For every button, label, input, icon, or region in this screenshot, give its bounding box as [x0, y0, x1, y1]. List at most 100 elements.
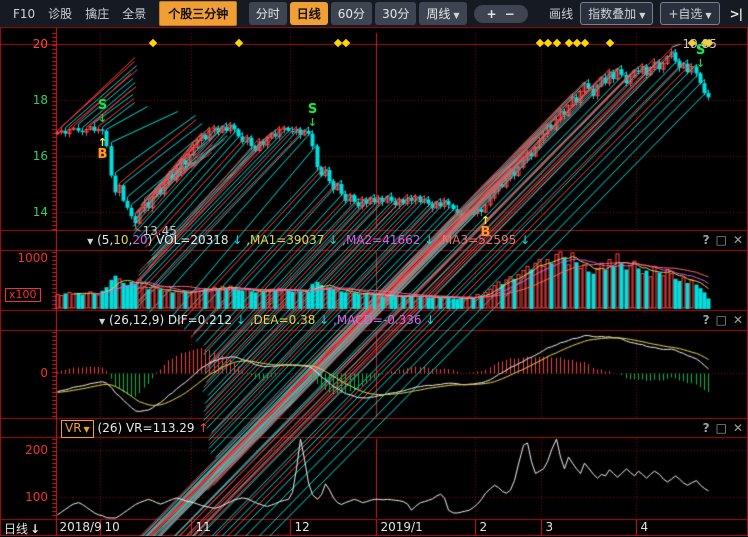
signal-diamond-icon — [341, 39, 349, 47]
header-segment: (26) VR=113.29 — [94, 421, 195, 435]
toolbar-banker-button[interactable]: 擒庄 — [85, 5, 109, 22]
timeline-month-label: 2019/1 — [381, 520, 423, 534]
period-weekly-button[interactable]: 周线▼ — [419, 2, 466, 25]
sell-arrow-icon: ↓ — [98, 114, 107, 124]
signal-diamond-icon — [605, 39, 613, 47]
index-overlay-button[interactable]: 指数叠加▼ — [580, 2, 653, 25]
down-arrow-icon: ↓ — [30, 522, 40, 536]
period-daily-button[interactable]: 日线 — [290, 2, 328, 25]
vol-panel-controls: ? □ ✕ — [697, 231, 743, 250]
header-segment: ↓ — [315, 313, 329, 327]
vr-panel-controls: ? □ ✕ — [697, 419, 743, 438]
panel-help-icon[interactable]: ? — [703, 313, 710, 327]
header-segment: ↓ — [232, 313, 246, 327]
stock-chart-window: F10 诊股 擒庄 全景 个股三分钟 分时 日线 60分 30分 周线▼ +− … — [0, 0, 748, 536]
panel-maximize-icon[interactable]: □ — [716, 313, 727, 327]
toolbar-stock-3min-button[interactable]: 个股三分钟 — [159, 1, 237, 26]
panel-close-icon[interactable]: ✕ — [733, 421, 743, 435]
vr-axis-label: 200 — [0, 443, 48, 457]
panel-close-icon[interactable]: ✕ — [733, 233, 743, 247]
panel-maximize-icon[interactable]: □ — [716, 421, 727, 435]
signal-diamond-icon — [552, 39, 560, 47]
add-watchlist-button[interactable]: +自选▼ — [660, 2, 719, 25]
header-segment: ,MA3=52595 — [434, 233, 516, 247]
vol-readout: (5,10,20) VOL=20318 ↓ ,MA1=39037 ↓ ,MA2=… — [93, 233, 530, 247]
timeline-month-label: 4 — [641, 520, 649, 534]
draw-line-button[interactable]: 画线 — [549, 5, 573, 22]
signal-diamond-icon — [572, 39, 580, 47]
macd-indicator-selector[interactable]: MACD▼ — [61, 313, 105, 327]
signal-diamond-icon — [564, 39, 572, 47]
volume-unit-label: x100 — [5, 288, 41, 302]
vr-panel-header: VR▼ (26) VR=113.29 ↑ ? □ ✕ — [0, 419, 748, 438]
signal-diamond-icon — [535, 39, 543, 47]
header-segment: ↓ — [516, 233, 530, 247]
vr-axis-label: 100 — [0, 490, 48, 504]
header-segment: ,DEA=0.38 — [246, 313, 315, 327]
volume-axis-label: 1000 — [0, 251, 48, 265]
macd-panel-controls: ? □ ✕ — [697, 311, 743, 330]
panel-help-icon[interactable]: ? — [703, 421, 710, 435]
header-segment: ↓ — [324, 233, 338, 247]
toolbar-panorama-button[interactable]: 全景 — [122, 5, 146, 22]
timeline-month-label: 11 — [196, 520, 211, 534]
price-axis-label: 18 — [0, 93, 48, 107]
timeline-month-label: 10 — [105, 520, 120, 534]
header-segment: ,MACD=-0.336 — [329, 313, 421, 327]
price-axis-label: 14 — [0, 205, 48, 219]
toolbar-diagnose-button[interactable]: 诊股 — [48, 5, 72, 22]
timeline-month-label: 12 — [295, 520, 310, 534]
sell-arrow-icon: ↓ — [696, 59, 705, 69]
macd-readout: (26,12,9) DIF=0.212 ↓ ,DEA=0.38 ↓ ,MACD=… — [105, 313, 435, 327]
signal-diamond-icon — [580, 39, 588, 47]
dropdown-caret-icon: ▼ — [705, 11, 711, 20]
signal-diamond-icon — [234, 39, 242, 47]
price-axis-label: 16 — [0, 149, 48, 163]
vol-indicator-selector[interactable]: VOL▼ — [61, 233, 93, 247]
price-callout-label: 19.85 — [683, 38, 717, 50]
zoom-out-button[interactable]: − — [501, 7, 519, 21]
top-toolbar: F10 诊股 擒庄 全景 个股三分钟 分时 日线 60分 30分 周线▼ +− … — [0, 0, 748, 27]
timeline-bar: 日线↓ 2018/910 11 12 2019/1 2 3 4 — [0, 520, 748, 536]
buy-signal-label: B — [98, 149, 108, 161]
period-intraday-button[interactable]: 分时 — [249, 2, 287, 25]
vr-indicator-selector[interactable]: VR▼ — [61, 420, 94, 438]
sell-arrow-icon: ↓ — [308, 118, 317, 128]
signal-diamond-icon — [148, 39, 156, 47]
vr-readout: (26) VR=113.29 ↑ — [94, 421, 209, 435]
macd-axis-label: 0 — [0, 366, 48, 380]
panel-close-icon[interactable]: ✕ — [733, 313, 743, 327]
header-segment: ↓ — [422, 313, 436, 327]
header-segment: 20 — [132, 233, 147, 247]
header-segment: (26,12,9) DIF=0.212 — [105, 313, 232, 327]
dropdown-caret-icon: ▼ — [639, 11, 645, 20]
dropdown-caret-icon: ▼ — [84, 425, 90, 434]
header-segment: ↑ — [195, 421, 209, 435]
vol-panel-header: VOL▼ (5,10,20) VOL=20318 ↓ ,MA1=39037 ↓ … — [0, 231, 748, 250]
sell-signal-label: S — [308, 104, 317, 116]
header-segment: ,MA2=41662 — [338, 233, 420, 247]
period-60min-button[interactable]: 60分 — [331, 2, 372, 25]
zoom-pill: +− — [474, 5, 528, 23]
signal-diamond-icon — [333, 39, 341, 47]
header-segment: 10 — [113, 233, 128, 247]
period-indicator[interactable]: 日线↓ — [4, 520, 40, 537]
chart-annotations-layer: 201816141000x1000200100S↓↑BS↓↑BS↓13.4519… — [0, 0, 748, 536]
collapse-panel-icon[interactable]: >| — [730, 7, 742, 21]
sell-signal-label: S — [98, 100, 107, 112]
header-segment: VOL=20318 — [156, 233, 228, 247]
dropdown-caret-icon: ▼ — [453, 11, 459, 20]
macd-panel-header: MACD▼ (26,12,9) DIF=0.212 ↓ ,DEA=0.38 ↓ … — [0, 311, 748, 330]
header-segment: ↓ — [229, 233, 243, 247]
timeline-month-label: 2018/9 — [60, 520, 102, 534]
toolbar-f10-button[interactable]: F10 — [13, 7, 35, 21]
header-segment: ) — [148, 233, 157, 247]
timeline-month-label: 3 — [546, 520, 554, 534]
timeline-month-label: 2 — [480, 520, 488, 534]
panel-maximize-icon[interactable]: □ — [716, 233, 727, 247]
panel-help-icon[interactable]: ? — [703, 233, 710, 247]
zoom-in-button[interactable]: + — [483, 7, 501, 21]
header-segment: ( — [93, 233, 102, 247]
header-segment: ,MA1=39037 — [242, 233, 324, 247]
period-30min-button[interactable]: 30分 — [375, 2, 416, 25]
